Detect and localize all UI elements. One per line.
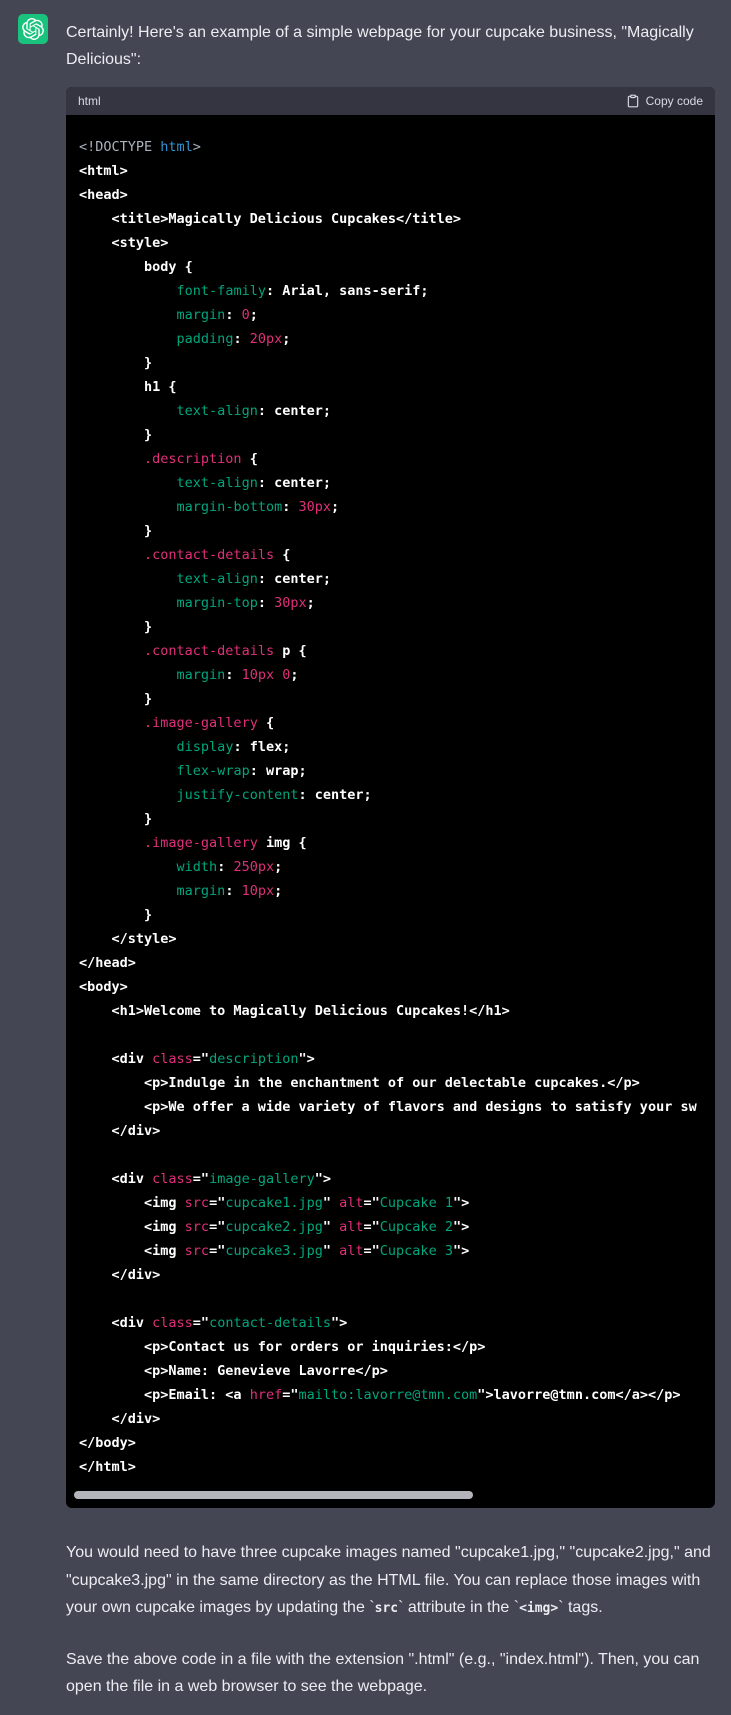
assistant-message: Certainly! Here's an example of a simple… xyxy=(0,0,731,1701)
code-line: <html> xyxy=(79,163,128,179)
code-line: } xyxy=(79,427,153,443)
assistant-avatar xyxy=(18,14,48,44)
code-line: </div> xyxy=(79,1123,161,1139)
code-line: <!DOCTYPE html> xyxy=(79,139,201,155)
inline-code: <img> xyxy=(519,1601,559,1616)
outro-paragraph-2: Save the above code in a file with the e… xyxy=(66,1650,700,1696)
code-line: margin-top: 30px; xyxy=(176,595,315,611)
openai-logo-icon xyxy=(22,18,44,40)
code-line: .contact-details p { xyxy=(144,643,307,659)
code-line: text-align: center; xyxy=(176,475,331,491)
code-line: margin: 10px 0; xyxy=(176,667,299,683)
code-line: } xyxy=(79,523,153,539)
code-line: body { xyxy=(79,259,193,275)
message-outro: You would need to have three cupcake ima… xyxy=(66,1539,715,1701)
code-line: <div class="image-gallery"> xyxy=(79,1171,332,1187)
code-line: <p>Email: <a href="mailto:lavorre@tmn.co… xyxy=(79,1387,681,1403)
code-line: padding: 20px; xyxy=(176,331,291,347)
code-line: .image-gallery img { xyxy=(144,835,307,851)
clipboard-icon xyxy=(626,94,640,108)
code-line: <p>Indulge in the enchantment of our del… xyxy=(79,1075,640,1091)
code-line: font-family: Arial, sans-serif; xyxy=(176,283,429,299)
code-line: </body> xyxy=(79,1435,136,1451)
copy-code-button[interactable]: Copy code xyxy=(626,94,703,108)
code-line: </div> xyxy=(79,1267,161,1283)
code-line: text-align: center; xyxy=(176,403,331,419)
code-line: } xyxy=(79,691,153,707)
code-block: html Copy code <!DOCTYPE html> <html> <hea… xyxy=(66,87,715,1508)
code-line: margin: 0; xyxy=(176,307,258,323)
code-line: </head> xyxy=(79,955,136,971)
code-line: .contact-details { xyxy=(144,547,291,563)
code-line: } xyxy=(79,811,153,827)
code-language-label: html xyxy=(78,94,101,108)
outro-paragraph-1: You would need to have three cupcake ima… xyxy=(66,1544,711,1616)
code-line: flex-wrap: wrap; xyxy=(176,763,307,779)
code-line: <div class="contact-details"> xyxy=(79,1315,348,1331)
code-content[interactable]: <!DOCTYPE html> <html> <head> <title>Magic… xyxy=(66,115,715,1483)
code-line: margin-bottom: 30px; xyxy=(176,499,340,515)
code-line: </div> xyxy=(79,1411,161,1427)
code-line: <title>Magically Delicious Cupcakes</tit… xyxy=(79,211,462,227)
code-line: <img src="cupcake1.jpg" alt="Cupcake 1"> xyxy=(79,1195,470,1211)
code-line: <p>Contact us for orders or inquiries:</… xyxy=(79,1339,486,1355)
code-line: } xyxy=(79,907,153,923)
code-line: margin: 10px; xyxy=(176,883,283,899)
code-line: <body> xyxy=(79,979,128,995)
code-line: <h1>Welcome to Magically Delicious Cupca… xyxy=(79,1003,510,1019)
code-line: } xyxy=(79,355,153,371)
code-line: <style> xyxy=(79,235,169,251)
code-line: h1 { xyxy=(79,379,177,395)
code-line: width: 250px; xyxy=(176,859,283,875)
code-line: </style> xyxy=(79,931,177,947)
code-line: <img src="cupcake2.jpg" alt="Cupcake 2"> xyxy=(79,1219,470,1235)
code-line: <p>We offer a wide variety of flavors an… xyxy=(79,1099,697,1115)
code-line: </html> xyxy=(79,1459,136,1475)
code-line: .description { xyxy=(144,451,258,467)
code-line: justify-content: center; xyxy=(176,787,372,803)
code-line: .image-gallery { xyxy=(144,715,275,731)
inline-code: src xyxy=(374,1601,399,1616)
copy-code-label: Copy code xyxy=(645,94,703,108)
code-line: <head> xyxy=(79,187,128,203)
code-line: <p>Name: Genevieve Lavorre</p> xyxy=(79,1363,388,1379)
code-block-header: html Copy code xyxy=(66,87,715,115)
message-intro-text: Certainly! Here's an example of a simple… xyxy=(66,24,694,68)
horizontal-scrollbar[interactable] xyxy=(74,1491,707,1499)
code-line: display: flex; xyxy=(176,739,291,755)
code-line: <div class="description"> xyxy=(79,1051,315,1067)
scrollbar-thumb[interactable] xyxy=(74,1491,473,1499)
code-line: } xyxy=(79,619,153,635)
code-line: <img src="cupcake3.jpg" alt="Cupcake 3"> xyxy=(79,1243,470,1259)
code-line: text-align: center; xyxy=(176,571,331,587)
